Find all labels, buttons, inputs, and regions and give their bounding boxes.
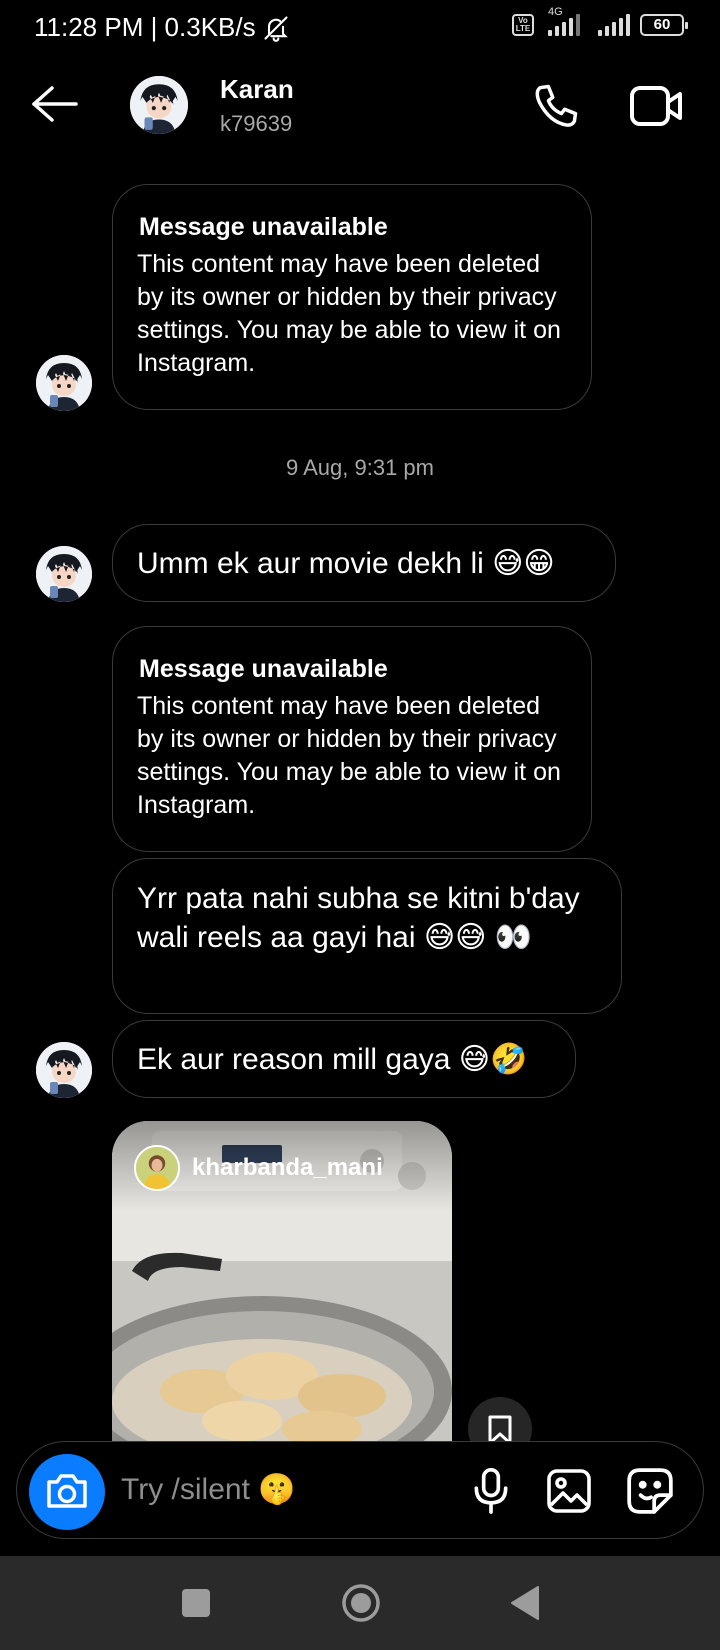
reel-author-name: kharbanda_mani	[192, 1154, 383, 1181]
microphone-icon[interactable]	[469, 1466, 513, 1514]
reel-author-avatar	[134, 1145, 180, 1191]
message-bubble[interactable]: Umm ek aur movie dekh li 😅😁	[112, 524, 616, 602]
message-unavailable-bubble[interactable]: Message unavailable This content may hav…	[112, 184, 592, 410]
reel-author[interactable]: kharbanda_mani	[134, 1145, 383, 1191]
phone-icon[interactable]	[530, 80, 582, 132]
status-right: Vo LTE 4G 60	[512, 6, 688, 36]
status-bar: 11:28 PM | 0.3KB/s Vo LTE 4G 60	[0, 0, 720, 56]
message-input[interactable]	[121, 1468, 421, 1512]
status-left: 11:28 PM | 0.3KB/s	[34, 12, 290, 43]
message-composer	[16, 1441, 704, 1539]
home-icon[interactable]	[341, 1583, 381, 1623]
message-unavailable-title: Message unavailable	[139, 655, 388, 683]
avatar	[36, 1042, 92, 1098]
recent-apps-icon[interactable]	[182, 1589, 210, 1617]
avatar[interactable]	[130, 76, 188, 134]
avatar	[36, 546, 92, 602]
message-unavailable-body: This content may have been deleted by it…	[137, 692, 561, 819]
network-type: 4G	[548, 6, 563, 18]
bell-off-icon	[264, 15, 288, 42]
message-text: Yrr pata nahi subha se kitni b'day wali …	[137, 882, 580, 954]
camera-button[interactable]	[29, 1454, 105, 1530]
signal-icon-2	[598, 14, 630, 36]
message-bubble[interactable]: Ek aur reason mill gaya 😅🤣	[112, 1020, 576, 1098]
contact-username[interactable]: k79639	[220, 111, 292, 137]
battery-icon: 60	[640, 14, 688, 36]
message-text: Ek aur reason mill gaya 😅🤣	[137, 1042, 528, 1076]
message-unavailable-title: Message unavailable	[139, 213, 388, 241]
signal-icon: 4G	[548, 6, 580, 36]
message-text: Umm ek aur movie dekh li 😅😁	[137, 546, 555, 580]
video-camera-icon[interactable]	[628, 82, 684, 130]
message-unavailable-bubble[interactable]: Message unavailable This content may hav…	[112, 626, 592, 852]
camera-icon	[47, 1474, 87, 1508]
back-triangle-icon[interactable]	[508, 1583, 540, 1623]
message-bubble[interactable]: Yrr pata nahi subha se kitni b'day wali …	[112, 858, 622, 1014]
message-timestamp: 9 Aug, 9:31 pm	[286, 455, 434, 480]
arrow-left-icon[interactable]	[30, 84, 80, 124]
shared-reel[interactable]: kharbanda_mani	[112, 1121, 452, 1441]
system-nav-bar	[0, 1556, 720, 1650]
volte-badge: Vo LTE	[512, 14, 534, 36]
sticker-icon[interactable]	[625, 1466, 675, 1516]
message-unavailable-body: This content may have been deleted by it…	[137, 250, 561, 377]
image-icon[interactable]	[545, 1467, 593, 1515]
contact-name[interactable]: Karan	[220, 74, 294, 105]
avatar	[36, 355, 92, 411]
chat-header: Karan k79639	[0, 64, 720, 148]
status-time-speed: 11:28 PM | 0.3KB/s	[34, 12, 256, 42]
